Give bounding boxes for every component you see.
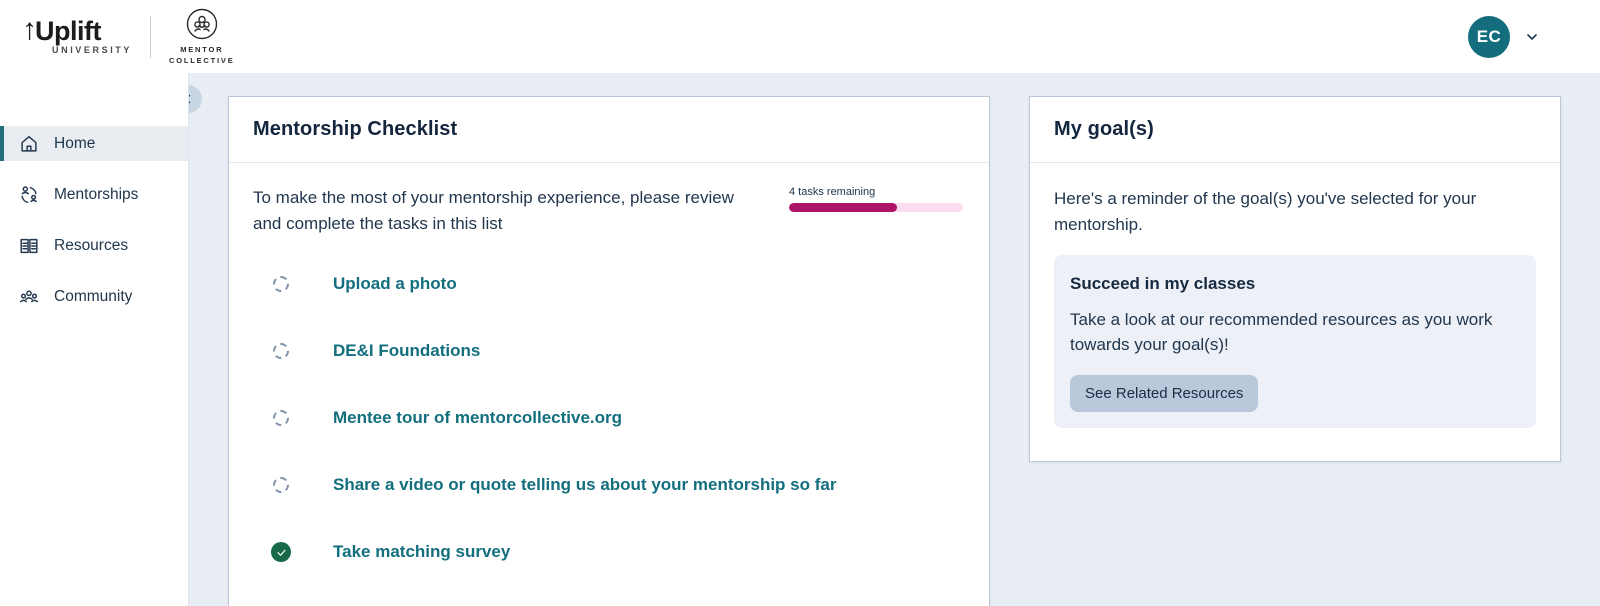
progress-fill: [789, 203, 897, 212]
progress-label: 4 tasks remaining: [789, 186, 876, 198]
sidebar-item-label: Mentorships: [54, 185, 139, 203]
goal-title: Succeed in my classes: [1070, 273, 1256, 293]
goals-description: Here's a reminder of the goal(s) you've …: [1054, 189, 1477, 234]
avatar[interactable]: EC: [1468, 15, 1510, 58]
sidebar-item-label: Home: [54, 134, 96, 152]
task-incomplete-icon: [269, 477, 293, 494]
top-header: ↑ Uplift UNIVERSITY MENTOR COLLECTIVE EC: [0, 0, 1600, 73]
sidebar-item-home[interactable]: Home: [0, 126, 188, 161]
task-row-dei-foundations[interactable]: DE&I Foundations: [229, 318, 989, 385]
sidebar-item-community[interactable]: Community: [0, 279, 188, 314]
goals-card-title: My goal(s): [1054, 118, 1154, 140]
collapse-sidebar-button[interactable]: [189, 85, 202, 113]
checklist-card-title: Mentorship Checklist: [253, 118, 458, 140]
uplift-logo-subtitle: UNIVERSITY: [52, 45, 133, 55]
task-link[interactable]: Share a video or quote telling us about …: [333, 475, 836, 495]
task-link[interactable]: Mentee tour of mentorcollective.org: [333, 408, 622, 428]
mentorship-checklist-card: Mentorship Checklist To make the most of…: [228, 96, 990, 606]
home-icon: [18, 133, 40, 155]
goals-card-header: My goal(s): [1030, 97, 1560, 163]
my-goals-card: My goal(s) Here's a reminder of the goal…: [1029, 96, 1561, 462]
uplift-university-logo: ↑ Uplift UNIVERSITY: [22, 13, 133, 55]
goal-box: Succeed in my classes Take a look at our…: [1054, 254, 1536, 429]
goals-card-body: Here's a reminder of the goal(s) you've …: [1030, 163, 1560, 451]
uplift-logo-text: Uplift: [35, 16, 101, 46]
sidebar-item-label: Resources: [54, 236, 129, 254]
logo-group: ↑ Uplift UNIVERSITY MENTOR COLLECTIVE: [22, 7, 235, 67]
task-complete-icon: [269, 542, 293, 563]
app-shell: Home Mentorships Resources Community Men…: [0, 73, 1600, 606]
chevron-down-icon[interactable]: [1524, 29, 1540, 45]
see-related-resources-button[interactable]: See Related Resources: [1070, 375, 1259, 413]
progress-bar: [789, 203, 963, 212]
task-incomplete-icon: [269, 276, 293, 293]
mentor-collective-logo: MENTOR COLLECTIVE: [169, 7, 235, 67]
chevron-left-icon: [189, 94, 191, 104]
checklist-intro: To make the most of your mentorship expe…: [229, 163, 989, 237]
mentor-collective-icon: [186, 8, 217, 39]
checklist-card-header: Mentorship Checklist: [229, 97, 989, 163]
logo-divider: [150, 15, 152, 58]
task-incomplete-icon: [269, 410, 293, 427]
sidebar-item-resources[interactable]: Resources: [0, 228, 188, 263]
checklist-description: To make the most of your mentorship expe…: [253, 188, 734, 233]
task-link[interactable]: DE&I Foundations: [333, 341, 480, 361]
task-link[interactable]: Take matching survey: [333, 542, 510, 562]
task-row-mentee-tour[interactable]: Mentee tour of mentorcollective.org: [229, 385, 989, 452]
checklist-progress: 4 tasks remaining: [789, 186, 963, 212]
task-list: Upload a photo DE&I Foundations Mentee t…: [229, 251, 989, 586]
task-link[interactable]: Upload a photo: [333, 274, 457, 294]
task-row-share-video[interactable]: Share a video or quote telling us about …: [229, 452, 989, 519]
task-incomplete-icon: [269, 343, 293, 360]
mentor-collective-text: MENTOR COLLECTIVE: [169, 44, 235, 65]
task-row-matching-survey[interactable]: Take matching survey: [229, 519, 989, 586]
community-icon: [18, 286, 40, 308]
task-row-upload-photo[interactable]: Upload a photo: [229, 251, 989, 318]
resources-icon: [18, 235, 40, 257]
sidebar-item-label: Community: [54, 287, 133, 305]
main-content: Mentorship Checklist To make the most of…: [189, 73, 1600, 606]
goal-body-text: Take a look at our recommended resources…: [1070, 309, 1493, 355]
account-menu[interactable]: EC: [1468, 15, 1540, 58]
sidebar: Home Mentorships Resources Community: [0, 73, 189, 606]
mentorships-icon: [18, 184, 40, 206]
uplift-arrow-icon: ↑: [22, 13, 37, 46]
sidebar-item-mentorships[interactable]: Mentorships: [0, 177, 188, 212]
